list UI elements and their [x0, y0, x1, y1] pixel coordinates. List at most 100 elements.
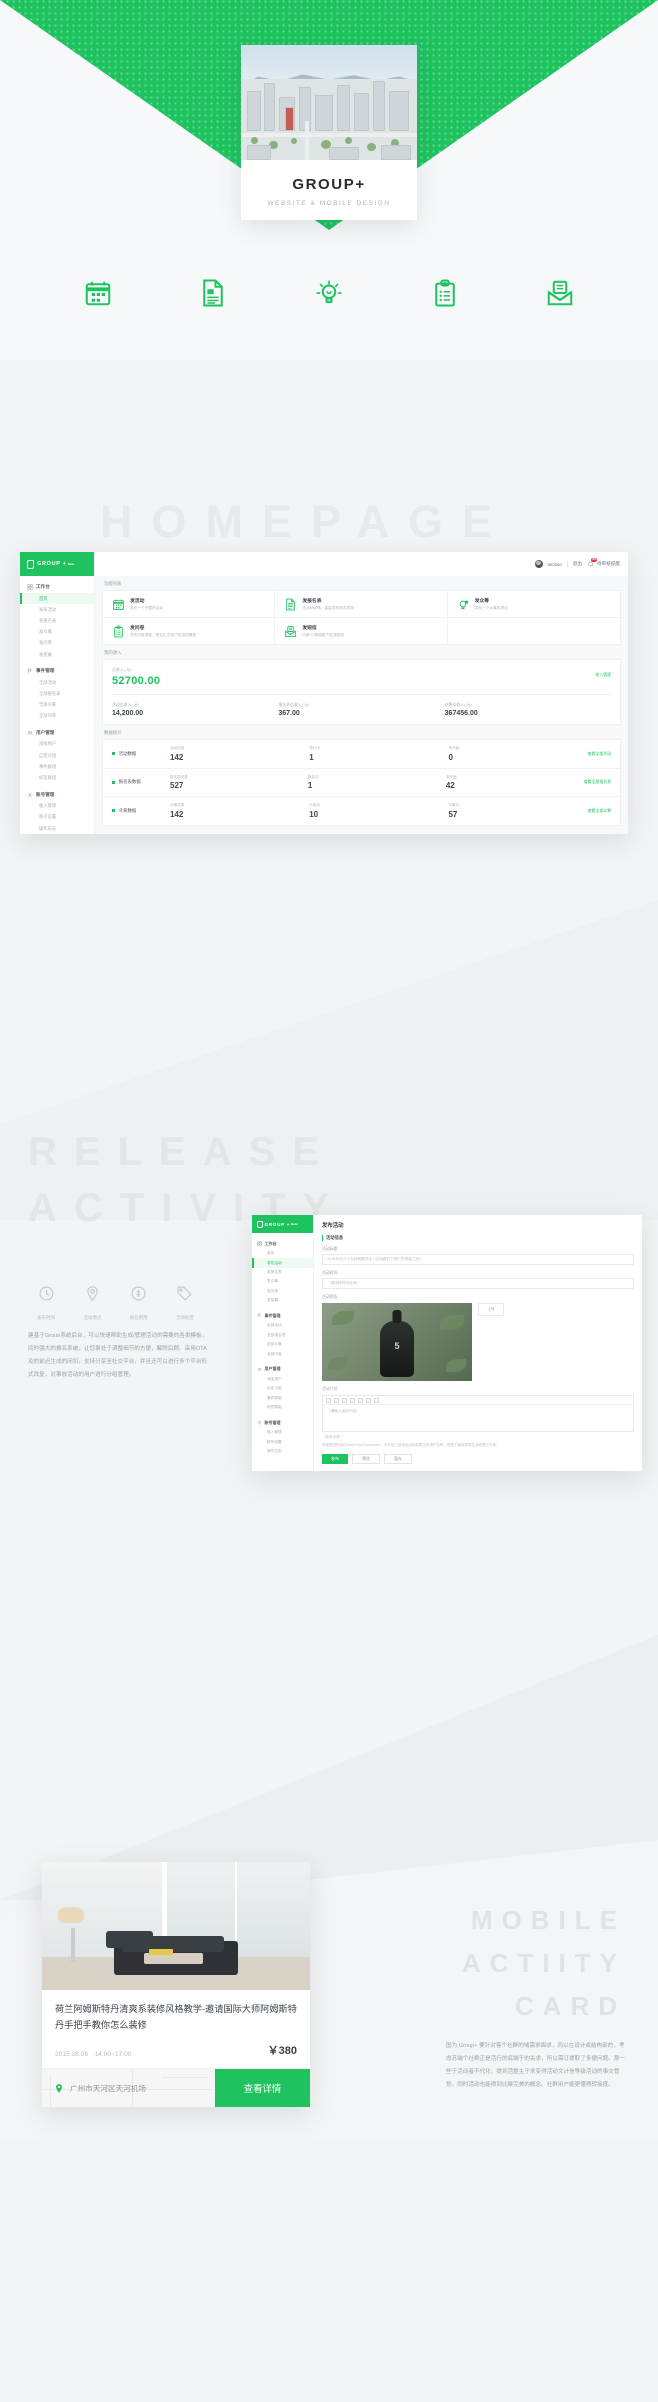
sidebar-item-账号设置[interactable]: 账号设置: [252, 1438, 313, 1447]
stats-row-link[interactable]: 查看全部报名表: [584, 779, 611, 785]
sidebar-item-全部众筹[interactable]: 全部众筹: [252, 1340, 313, 1349]
form-button-预览[interactable]: 预览: [352, 1454, 380, 1464]
income-manage-link[interactable]: 收入管理: [595, 672, 611, 678]
function-card-发短信[interactable]: 发短信 向单个/群组用户发送短信: [275, 618, 448, 644]
release-logo[interactable]: GROUP + Beta: [252, 1215, 313, 1233]
align-icon[interactable]: [374, 1397, 379, 1403]
nav-head-1[interactable]: 事件管理: [20, 665, 94, 677]
sidebar-item-全部问卷[interactable]: 全部问卷: [252, 1349, 313, 1358]
sidebar-item-首页[interactable]: 首页: [252, 1249, 313, 1258]
list-icon[interactable]: [350, 1397, 355, 1403]
envelope-icon: [545, 278, 575, 308]
nav-head-3[interactable]: 账号管理: [252, 1417, 313, 1428]
card-location-area[interactable]: 广州市天河区天河机场: [42, 2069, 215, 2107]
upload-button[interactable]: 上传: [478, 1303, 504, 1316]
release-form-section: 活动信息: [322, 1235, 634, 1241]
release-icon-label: 活动地点: [83, 1315, 102, 1320]
italic-icon[interactable]: [334, 1397, 339, 1403]
sidebar-item-发报名表[interactable]: 发报名表: [252, 1268, 313, 1277]
editor-toolbar[interactable]: [323, 1396, 633, 1405]
stats-row-link[interactable]: 查看全部众筹: [588, 808, 611, 814]
sidebar-item-添加用户[interactable]: 添加用户: [252, 1375, 313, 1384]
view-detail-button[interactable]: 查看详情: [215, 2069, 310, 2107]
income-item-报名表总收入( 元): 报名表总收入( 元) 367.00: [278, 702, 444, 717]
rich-text-editor[interactable]: （请输入活动介绍）: [322, 1395, 634, 1432]
link-icon[interactable]: [358, 1397, 363, 1403]
sidebar-item-发问卷[interactable]: 发问卷: [252, 1287, 313, 1296]
stats-col: 众筹中 57: [448, 803, 587, 819]
function-card-发众筹[interactable]: 发众筹 发布一个众筹的项目: [447, 591, 620, 618]
nav-head-1[interactable]: 事件管理: [252, 1310, 313, 1321]
sidebar-item-发众筹[interactable]: 发众筹: [252, 1277, 313, 1286]
sidebar-item-发布活动[interactable]: 发布活动: [20, 604, 94, 615]
sidebar-item-全部众筹[interactable]: 全部众筹: [20, 700, 94, 711]
sidebar-item-全部活动[interactable]: 全部活动: [20, 677, 94, 688]
function-card-发活动[interactable]: 发活动 发布一个完整的活动: [103, 591, 276, 618]
function-card-desc: 向单个/群组用户发送短信: [302, 633, 344, 637]
app-logo[interactable]: GROUP + Beta: [20, 552, 94, 576]
sidebar-item-添加用户[interactable]: 添加用户: [20, 739, 94, 750]
image-icon[interactable]: [366, 1397, 371, 1403]
notify-label[interactable]: 待审核提醒: [597, 561, 620, 567]
sidebar-item-发问卷[interactable]: 发问卷: [20, 638, 94, 649]
sidebar-item-事件群组[interactable]: 事件群组: [252, 1394, 313, 1403]
release-form-title: 发布活动: [322, 1223, 344, 1229]
editor-textarea[interactable]: （请输入活动介绍）: [323, 1405, 633, 1431]
sidebar-item-发布活动[interactable]: 发布活动: [252, 1258, 313, 1269]
pin-icon: [84, 1285, 101, 1302]
nav-head-0[interactable]: 工作台: [252, 1238, 313, 1249]
nav-head-2[interactable]: 用户管理: [20, 727, 94, 739]
username-label: twotwo: [547, 561, 562, 567]
activity-title-input[interactable]: 2016年设计十大经典情况法 / 活动细节下的IP的领域之用？: [322, 1254, 634, 1265]
sidebar-item-发招募[interactable]: 发招募: [20, 649, 94, 660]
sidebar-item-全部问卷[interactable]: 全部问卷: [20, 711, 94, 722]
nav-head-3[interactable]: 账号管理: [20, 789, 94, 801]
location-pin-icon: [54, 2082, 64, 2095]
sidebar-item-发报名表[interactable]: 发报名表: [20, 615, 94, 626]
sidebar-item-自定义组[interactable]: 自定义组: [252, 1384, 313, 1393]
sidebar-item-事件群组[interactable]: 事件群组: [20, 761, 94, 772]
stats-col-value: 57: [448, 809, 458, 819]
activity-time-input[interactable]: （请选择时间区间）: [322, 1278, 634, 1289]
form-button-发布[interactable]: 发布: [322, 1454, 348, 1464]
sidebar-item-账号设置[interactable]: 账号设置: [20, 812, 94, 823]
stats-col-label: 众筹总数: [170, 803, 185, 807]
stats-row-link[interactable]: 查看全部活动: [588, 751, 611, 757]
calendar-icon: [83, 278, 113, 308]
sidebar-item-全部活动[interactable]: 全部活动: [252, 1321, 313, 1330]
sidebar-item-收入管理[interactable]: 收入管理: [252, 1428, 313, 1437]
sidebar-item-全部报名表[interactable]: 全部报名表: [252, 1331, 313, 1340]
release-form-main: 发布活动 活动信息 活动标题 2016年设计十大经典情况法 / 活动细节下的IP…: [314, 1215, 642, 1471]
bold-icon[interactable]: [326, 1397, 331, 1403]
sidebar-item-操作日志[interactable]: 操作日志: [252, 1447, 313, 1456]
sidebar-item-全部报名表[interactable]: 全部报名表: [20, 688, 94, 699]
logout-button[interactable]: 退出: [573, 561, 582, 567]
stats-col: 已成功 10: [309, 803, 448, 819]
nav-head-2[interactable]: 用户管理: [252, 1364, 313, 1375]
notification-area[interactable]: 44 待审核提醒: [587, 557, 620, 568]
release-icon-label: 活动标签: [175, 1315, 194, 1320]
stats-col-value: 0: [448, 752, 453, 762]
stats-col-value: 527: [170, 781, 184, 790]
sidebar-item-发招募[interactable]: 发招募: [252, 1296, 313, 1305]
sidebar-item-自定义组[interactable]: 自定义组: [20, 750, 94, 761]
function-card-发问卷[interactable]: 发问卷 发布问卷调查，帮且汇总用户信息收集表: [103, 618, 276, 644]
income-item-label: 众筹总收入( 元): [444, 702, 472, 707]
logo-mark-icon: [257, 1220, 263, 1228]
sidebar-item-标签群组[interactable]: 标签群组: [20, 772, 94, 783]
form-button-暂存[interactable]: 暂存: [384, 1454, 412, 1464]
release-paragraph: 建基于Groun系统后台，可以快速帮助生成/管理活动的需要的各类模板，同时强大的…: [28, 1333, 208, 1378]
sidebar-item-首页[interactable]: 首页: [20, 593, 94, 605]
sidebar-item-收入管理[interactable]: 收入管理: [20, 801, 94, 812]
income-item-label: 报名表总收入( 元): [278, 702, 310, 707]
underline-icon[interactable]: [342, 1397, 347, 1403]
sidebar-item-发众筹[interactable]: 发众筹: [20, 627, 94, 638]
card-body: 荷兰阿姆斯特丹清爽系装修风格教学-邀请国际大师阿姆斯特丹手把手教你怎么装修 20…: [42, 1990, 310, 2068]
nav-head-0[interactable]: 工作台: [20, 581, 94, 593]
function-card-发报名表[interactable]: 发报名表 无活动详情，直接发布报名表单: [275, 591, 448, 618]
sidebar-item-标签群组[interactable]: 标签群组: [252, 1403, 313, 1412]
users-icon: [257, 1367, 262, 1372]
sidebar-item-操作日志[interactable]: 操作日志: [20, 823, 94, 834]
logo-beta-tag: Beta: [67, 562, 75, 566]
avatar[interactable]: [534, 560, 543, 568]
